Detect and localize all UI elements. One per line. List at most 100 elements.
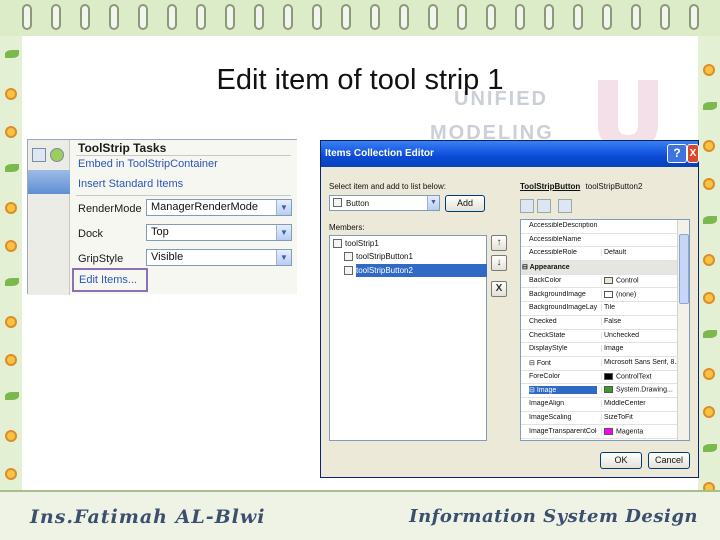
remove-button[interactable]: X — [491, 281, 507, 297]
property-value-text: False — [604, 317, 622, 325]
property-value[interactable]: SizeToFit — [601, 413, 677, 421]
ring-icon — [167, 4, 177, 30]
leaf-icon — [703, 330, 717, 338]
property-grid[interactable]: RightToLeftImageTransparentColorMagentaI… — [520, 219, 690, 441]
scrollbar-thumb[interactable] — [679, 234, 689, 304]
ring-icon — [341, 4, 351, 30]
slide-footer: Ins.Fatimah AL-Blwi Information System D… — [0, 490, 720, 540]
property-name: ForeColor — [529, 373, 597, 380]
property-row[interactable]: ImageAlign MiddleCenter — [521, 398, 677, 412]
property-pages-icon[interactable] — [558, 199, 572, 213]
property-row[interactable]: ImageTransparentColor Magenta — [521, 426, 677, 440]
property-row[interactable]: AccessibleName — [521, 234, 677, 248]
member-label: toolStrip1 — [345, 239, 379, 248]
list-item[interactable]: toolStrip1 — [333, 239, 379, 249]
property-value[interactable]: Control — [601, 276, 677, 285]
list-item[interactable]: toolStripButton1 — [344, 252, 413, 262]
property-name: AccessibleName — [529, 236, 597, 243]
property-category-row[interactable]: ⊟ Appearance — [521, 261, 677, 275]
list-item-selected[interactable]: toolStripButton2 — [344, 266, 413, 276]
toolstrip-icon — [333, 239, 342, 249]
item-type-select[interactable]: Button ▼ — [329, 195, 440, 211]
scrollbar[interactable] — [677, 220, 689, 440]
chevron-down-icon[interactable]: ▼ — [427, 196, 439, 210]
property-row[interactable]: BackgroundImage (none) — [521, 289, 677, 303]
property-name: BackgroundImage — [529, 291, 597, 298]
grip-style-select[interactable]: Visible ▼ — [146, 249, 292, 266]
property-value[interactable]: Tile — [601, 304, 677, 312]
property-row[interactable]: DisplayStyle Image — [521, 343, 677, 357]
property-row[interactable]: RightToLeft — [521, 439, 677, 440]
property-row[interactable]: BackgroundImageLayout Tile — [521, 302, 677, 316]
move-up-button[interactable]: ↑ — [491, 235, 507, 251]
toolstrip-tasks-panel: ToolStrip Tasks Embed in ToolStripContai… — [27, 139, 297, 295]
toolstrip-button-icon[interactable] — [32, 148, 46, 162]
insert-standard-items-link[interactable]: Insert Standard Items — [78, 178, 183, 190]
property-value[interactable]: Default — [601, 249, 677, 257]
property-name: ⊟ Font — [529, 359, 597, 367]
property-row[interactable]: CheckState Unchecked — [521, 330, 677, 344]
property-row[interactable]: AccessibleRole Default — [521, 247, 677, 262]
property-value[interactable]: Magenta — [601, 427, 677, 435]
expand-collapse-icon[interactable]: ⊟ — [522, 264, 530, 271]
members-list[interactable]: toolStrip1 toolStripButton1 toolStripBut… — [329, 235, 487, 441]
flower-icon — [703, 254, 715, 266]
property-value-text: MiddleCenter — [604, 400, 646, 408]
property-row[interactable]: ⊟ Font Microsoft Sans Serif, 8.25pt — [521, 357, 677, 371]
property-name: Checked — [529, 318, 597, 325]
leaf-icon — [703, 216, 717, 224]
categorized-icon[interactable] — [520, 199, 534, 213]
property-name-text: BackgroundImage — [529, 290, 586, 298]
property-row[interactable]: BackColor Control — [521, 275, 677, 289]
add-button[interactable]: Add — [445, 195, 485, 212]
property-row[interactable]: Checked False — [521, 316, 677, 330]
select-item-label: Select item and add to list below: — [329, 182, 446, 191]
ring-icon — [660, 4, 670, 30]
property-row[interactable]: AccessibleDescription — [521, 220, 677, 234]
property-value[interactable]: System.Drawing... — [601, 386, 677, 394]
cancel-button[interactable]: Cancel — [648, 452, 690, 469]
property-value[interactable]: Image — [601, 345, 677, 353]
expand-collapse-icon[interactable]: ⊟ — [529, 360, 537, 367]
property-name: ⊟ Image — [529, 386, 597, 395]
edit-items-link[interactable]: Edit Items... — [72, 268, 148, 292]
property-value[interactable]: Microsoft Sans Serif, 8.25pt — [601, 359, 677, 366]
ring-icon — [457, 4, 467, 30]
property-row[interactable]: ImageScaling SizeToFit — [521, 412, 677, 426]
alphabetical-icon[interactable] — [537, 199, 551, 213]
property-value[interactable]: False — [601, 317, 677, 325]
chevron-down-icon[interactable]: ▼ — [276, 250, 291, 265]
property-name-text: ImageAlign — [529, 400, 565, 408]
chevron-down-icon[interactable]: ▼ — [276, 200, 291, 215]
property-name: ImageScaling — [529, 414, 597, 421]
property-name: ImageTransparentColor — [529, 428, 597, 435]
property-value[interactable]: ControlText — [601, 372, 677, 381]
member-label: toolStripButton2 — [356, 266, 413, 275]
ring-icon — [544, 4, 554, 30]
property-row[interactable]: ForeColor ControlText — [521, 371, 677, 385]
ring-icon — [631, 4, 641, 30]
render-mode-select[interactable]: ManagerRenderMode ▼ — [146, 199, 292, 216]
ok-button[interactable]: OK — [600, 452, 642, 469]
embed-in-container-link[interactable]: Embed in ToolStripContainer — [78, 158, 218, 170]
property-value-text: Default — [604, 249, 627, 257]
property-value[interactable]: Unchecked — [601, 331, 677, 339]
property-value-text: Image — [604, 345, 624, 353]
close-button[interactable]: X — [687, 144, 699, 163]
property-grid-toolbar — [520, 197, 580, 215]
move-down-button[interactable]: ↓ — [491, 255, 507, 271]
property-value[interactable]: MiddleCenter — [601, 400, 677, 408]
ring-icon — [399, 4, 409, 30]
property-value[interactable]: (none) — [601, 290, 677, 298]
property-name-text: ImageTransparentColor — [529, 427, 597, 435]
button-icon — [344, 266, 353, 276]
expand-collapse-icon[interactable]: ⊟ — [529, 387, 537, 394]
leaf-icon — [703, 444, 717, 452]
dock-select[interactable]: Top ▼ — [146, 224, 292, 241]
property-row[interactable]: ⊟ Image System.Drawing... — [521, 384, 677, 399]
help-button[interactable]: ? — [667, 144, 687, 163]
dialog-titlebar[interactable]: Items Collection Editor ? X — [321, 141, 699, 167]
chevron-down-icon[interactable]: ▼ — [276, 225, 291, 240]
footer-course: Information System Design — [409, 506, 698, 527]
toolstrip-image-icon[interactable] — [50, 148, 64, 162]
